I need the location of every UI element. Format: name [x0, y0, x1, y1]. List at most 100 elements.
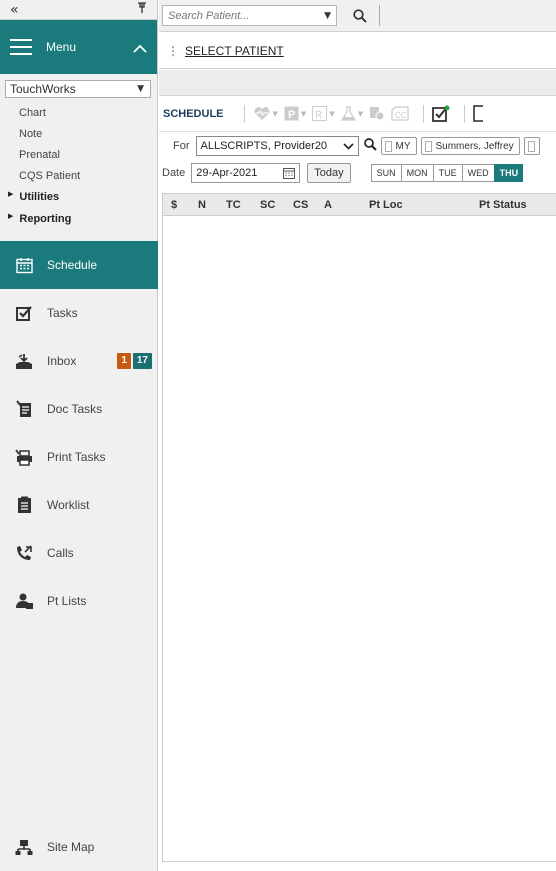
for-label: For — [173, 140, 190, 152]
sidebar-item-schedule[interactable]: Schedule — [0, 241, 158, 289]
column-header-cs[interactable]: CS — [293, 194, 308, 216]
search-icon — [363, 138, 377, 151]
sidebar-item-pt-lists[interactable]: Pt Lists — [0, 577, 158, 625]
chief-complaint-icon: CC — [391, 106, 409, 121]
column-header-pt-loc[interactable]: Pt Loc — [369, 194, 403, 216]
sidebar-item-label: Doc Tasks — [47, 402, 103, 416]
menu-bar[interactable]: Menu — [0, 20, 157, 74]
nav-links: Chart Note Prenatal CQS Patient ▶ Utilit… — [0, 98, 157, 230]
worklist-icon — [14, 495, 34, 515]
document-icon — [473, 105, 484, 122]
sidebar-item-label: Calls — [47, 546, 74, 560]
day-tab-tue[interactable]: TUE — [432, 164, 462, 182]
hamburger-icon[interactable] — [10, 39, 32, 55]
chevron-down-icon: ▼ — [137, 84, 144, 94]
column-header-a[interactable]: A — [324, 194, 332, 216]
my-toggle-label: MY — [395, 140, 411, 152]
sidebar-item-tasks[interactable]: Tasks — [0, 289, 158, 337]
nav-group-label: Utilities — [19, 191, 60, 203]
today-button[interactable]: Today — [307, 163, 351, 183]
sidebar-item-calls[interactable]: Calls — [0, 529, 158, 577]
inbox-icon — [14, 351, 34, 371]
nav-link-chart[interactable]: Chart — [0, 102, 157, 124]
column-header-sc[interactable]: SC — [260, 194, 275, 216]
sidebar-item-print-tasks[interactable]: Print Tasks — [0, 433, 158, 481]
tab-strip — [159, 70, 556, 96]
sidebar-item-site-map[interactable]: Site Map — [0, 823, 158, 871]
column-header-billing[interactable]: $ — [171, 194, 177, 216]
schedule-panel: SCHEDULE ▼ P ▼ R ▼ ▼ CC For ALLSCRIPTS, … — [159, 96, 556, 871]
prescription-icon: R — [312, 106, 328, 121]
patient-filter-toggle[interactable]: Summers, Jeffrey — [420, 137, 520, 155]
orders-tool[interactable] — [369, 106, 385, 121]
sidebar-item-doc-tasks[interactable]: Doc Tasks — [0, 385, 158, 433]
day-tab-thu[interactable]: THU — [493, 164, 524, 182]
schedule-toolbar: SCHEDULE ▼ P ▼ R ▼ ▼ CC — [159, 96, 556, 132]
sidebar-item-label: Inbox — [47, 354, 77, 368]
collapse-sidebar-icon[interactable]: « — [10, 2, 19, 18]
chevron-down-icon: ▼ — [329, 109, 335, 118]
column-header-tc[interactable]: TC — [226, 194, 241, 216]
calendar-icon — [14, 255, 34, 275]
sidebar-item-label: Schedule — [47, 258, 98, 272]
calendar-picker-icon[interactable] — [283, 167, 296, 179]
expand-triangle-icon: ▶ — [8, 190, 14, 198]
badge-total-count: 17 — [132, 353, 152, 369]
sidebar-item-label: Pt Lists — [47, 594, 87, 608]
chevron-down-icon[interactable]: ▼ — [324, 11, 331, 21]
provider-search-button[interactable] — [363, 138, 377, 154]
nav-group-reporting[interactable]: ▶ Reporting — [0, 208, 157, 230]
sidebar-item-label: Site Map — [47, 840, 95, 854]
search-icon — [352, 8, 367, 23]
chevron-up-icon[interactable] — [133, 38, 147, 57]
nav-group-utilities[interactable]: ▶ Utilities — [0, 186, 157, 208]
date-filter-row: Date 29-Apr-2021 Today SUN MON TUE WED T… — [159, 162, 524, 184]
cc-tool[interactable]: CC — [391, 106, 409, 121]
expand-triangle-icon: ▶ — [8, 212, 14, 220]
select-patient-link[interactable]: SELECT PATIENT — [185, 44, 284, 58]
svg-text:R: R — [315, 110, 322, 121]
toolbar-divider — [243, 104, 245, 123]
context-select[interactable]: TouchWorks ▼ — [5, 80, 151, 98]
date-input[interactable]: 29-Apr-2021 — [191, 163, 301, 183]
doc-tasks-icon — [14, 399, 34, 419]
checkbox-icon — [527, 140, 535, 152]
document-tool[interactable] — [473, 105, 484, 122]
problem-list-icon: P — [284, 106, 299, 121]
nav-link-note[interactable]: Note — [0, 123, 157, 145]
svg-text:CC: CC — [395, 111, 407, 120]
drag-handle-icon[interactable]: ⋮ — [167, 44, 179, 58]
heart-vitals-icon — [254, 107, 269, 120]
provider-select[interactable]: ALLSCRIPTS, Provider20 — [195, 136, 359, 156]
context-select-value: TouchWorks — [10, 82, 76, 96]
nav-group-label: Reporting — [19, 213, 72, 225]
column-header-pt-status[interactable]: Pt Status — [479, 194, 527, 216]
column-header-notes[interactable]: N — [198, 194, 206, 216]
toolbar-divider — [423, 104, 425, 123]
pin-icon[interactable] — [137, 2, 147, 17]
lab-tool[interactable]: ▼ — [340, 106, 364, 121]
patient-search-bar: Search Patient... ▼ — [159, 0, 556, 32]
sidebar-item-inbox[interactable]: Inbox 1 17 — [0, 337, 158, 385]
day-tab-sun[interactable]: SUN — [370, 164, 401, 182]
extra-filter-toggle[interactable] — [523, 137, 540, 155]
vitals-tool[interactable]: ▼ — [253, 106, 278, 121]
problems-tool[interactable]: P ▼ — [284, 106, 306, 121]
patient-search-input[interactable]: Search Patient... ▼ — [162, 5, 337, 26]
sidebar-item-worklist[interactable]: Worklist — [0, 481, 158, 529]
chevron-down-icon: ▼ — [357, 109, 364, 118]
check-in-icon — [432, 105, 450, 122]
nav-link-cqs-patient[interactable]: CQS Patient — [0, 165, 157, 187]
checkin-tool[interactable] — [432, 105, 450, 122]
sidebar: « Menu TouchWorks ▼ Chart Note Prenatal … — [0, 0, 158, 871]
rx-tool[interactable]: R ▼ — [312, 106, 335, 121]
day-tab-mon[interactable]: MON — [400, 164, 433, 182]
day-tab-wed[interactable]: WED — [461, 164, 494, 182]
chevron-down-icon: ▼ — [300, 109, 307, 118]
orders-icon — [370, 107, 385, 121]
sidebar-topbar: « — [0, 0, 157, 20]
my-toggle[interactable]: MY — [380, 137, 417, 155]
search-button[interactable] — [340, 5, 380, 26]
nav-link-prenatal[interactable]: Prenatal — [0, 144, 157, 166]
printer-icon — [14, 447, 34, 467]
